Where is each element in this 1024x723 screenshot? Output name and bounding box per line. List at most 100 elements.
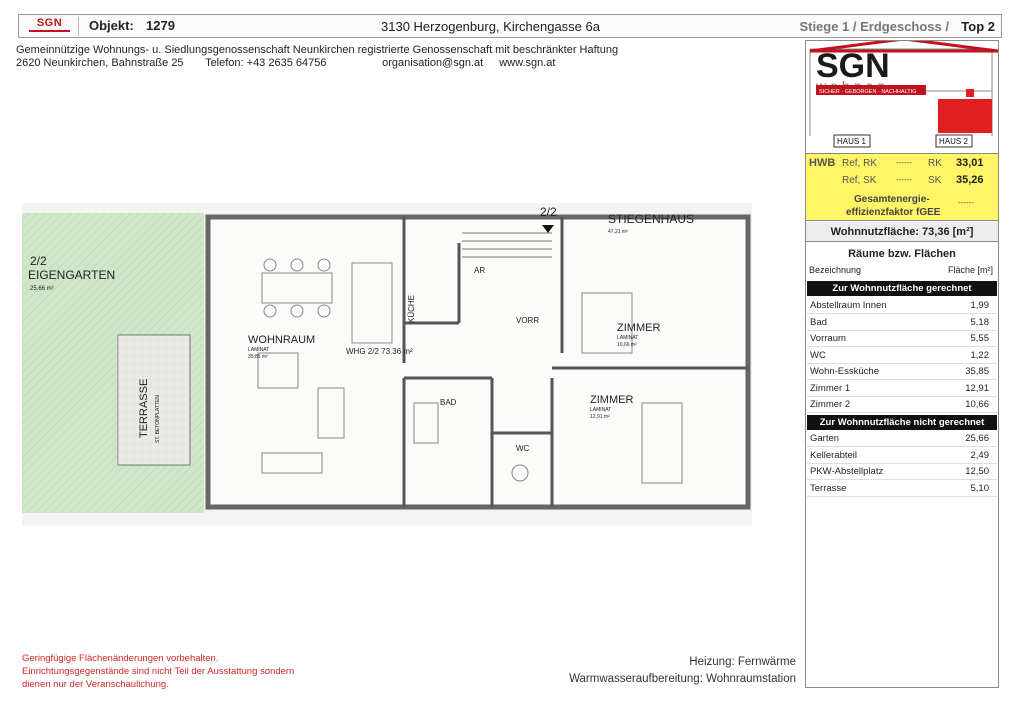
- location-info: Stiege 1 / Erdgeschoss /: [799, 19, 949, 34]
- room-area: 5,18: [970, 316, 990, 328]
- label-zimmer-2-area: 12,91 m²: [590, 414, 610, 420]
- hwb-sk-value: 35,26: [956, 174, 984, 186]
- hwb-dash-2: ------: [896, 175, 912, 184]
- room-area: 35,85: [965, 366, 989, 377]
- label-eigengarten-num: 2/2: [30, 254, 47, 268]
- room-name: WC: [810, 349, 826, 361]
- apartment-outline: [205, 214, 751, 510]
- label-whg: WHG 2/2 73.36 m²: [346, 347, 413, 356]
- room-name: Vorraum: [810, 333, 846, 344]
- room-row: Abstellraum Innen 1,99: [807, 298, 997, 314]
- disclaimer-line-2: Einrichtungsgegenstände sind nicht Teil …: [22, 666, 295, 677]
- label-stiegenhaus-num: 2/2: [540, 205, 557, 219]
- label-wohnraum: WOHNRAUM: [248, 334, 315, 346]
- column-area: Fläche [m²]: [947, 265, 993, 275]
- column-name: Bezeichnung: [809, 265, 862, 275]
- cooperative-email: organisation@sgn.at: [382, 57, 484, 69]
- room-name: Zimmer 1: [810, 382, 851, 394]
- sgn-small-logo: SGN: [21, 17, 79, 36]
- floor-plan-drawing: 2/2 EIGENGARTEN 25,66 m² TERRASSE ST. BE…: [22, 205, 751, 513]
- hwb-ref-sk: Ref, SK: [842, 175, 877, 186]
- floor-plan: 2/2 EIGENGARTEN 25,66 m² TERRASSE ST. BE…: [22, 203, 752, 526]
- room-row: Kellerabteil 2,49: [807, 448, 997, 464]
- room-area: 12,50: [965, 466, 989, 477]
- room-name: Kellerabteil: [810, 449, 857, 461]
- objekt-label: Objekt:: [89, 18, 134, 33]
- heating-info: Heizung: Fernwärme: [689, 656, 796, 668]
- room-area: 1,99: [970, 300, 990, 311]
- label-zimmer-2-sub: LAMINAT: [590, 407, 611, 413]
- label-bad: BAD: [440, 398, 457, 407]
- room-name: Abstellraum Innen: [810, 300, 887, 311]
- logo-tagline: SICHER · GEBORGEN · NACHHALTIG: [819, 89, 916, 95]
- cooperative-street: 2620 Neunkirchen, Bahnstraße 25: [16, 57, 184, 69]
- label-zimmer-1-sub: LAMINAT: [617, 335, 638, 341]
- room-area: 25,66: [965, 433, 989, 444]
- wohnnutzflaeche: Wohnnutzfläche: 73,36 [m²]: [806, 222, 998, 242]
- cooperative-web: www.sgn.at: [499, 57, 556, 69]
- label-kueche: KÜCHE: [407, 295, 416, 323]
- room-name: PKW-Abstellplatz: [810, 466, 884, 477]
- room-name: Zimmer 2: [810, 399, 851, 410]
- room-name: Terrasse: [810, 482, 847, 494]
- cooperative-info: Gemeinnützige Wohnungs- u. Siedlungsgeno…: [16, 44, 796, 70]
- group-not-counted-header: Zur Wohnnutzfläche nicht gerechnet: [807, 415, 997, 430]
- room-row: Garten 25,66: [807, 431, 997, 447]
- object-address: 3130 Herzogenburg, Kirchengasse 6a: [381, 19, 600, 34]
- hwb-rk-label: RK: [928, 158, 942, 169]
- sgn-logo-map: SGN wohnen SICHER · GEBORGEN · NACHHALTI…: [806, 41, 998, 153]
- room-name: Bad: [810, 316, 827, 328]
- fgee-value: ------: [958, 198, 974, 207]
- room-row: Vorraum 5,55: [807, 331, 997, 347]
- room-row: WC 1,22: [807, 348, 997, 364]
- fgee-line-2: effizienzfaktor fGEE: [846, 207, 941, 218]
- room-area: 5,10: [970, 482, 990, 494]
- objekt-number: 1279: [146, 18, 175, 33]
- hwb-sk-label: SK: [928, 175, 942, 186]
- label-zimmer-2: ZIMMER: [590, 394, 633, 406]
- haus-2-label: HAUS 2: [939, 137, 968, 146]
- cooperative-phone: Telefon: +43 2635 64756: [205, 57, 327, 69]
- hwb-energy-box: HWB Ref, RK ------ RK 33,01 Ref, SK ----…: [806, 153, 998, 221]
- label-ar: AR: [474, 266, 485, 275]
- top-number: Top 2: [961, 19, 995, 34]
- disclaimer-note: Geringfügige Flächenänderungen vorbehalt…: [22, 652, 342, 691]
- hwb-label: HWB: [809, 157, 836, 169]
- label-wc: WC: [516, 444, 530, 453]
- room-row: Terrasse 5,10: [807, 481, 997, 497]
- hot-water-info: Warmwasseraufbereitung: Wohnraumstation: [569, 673, 796, 685]
- haus-1-label: HAUS 1: [837, 137, 866, 146]
- hwb-dash-1: ------: [896, 158, 912, 167]
- room-row: Zimmer 1 12,91: [807, 381, 997, 397]
- label-terrasse: TERRASSE: [138, 379, 150, 438]
- room-row: PKW-Abstellplatz 12,50: [807, 464, 997, 480]
- hwb-ref-rk: Ref, RK: [842, 158, 878, 169]
- cooperative-name: Gemeinnützige Wohnungs- u. Siedlungsgeno…: [16, 44, 619, 56]
- label-eigengarten: EIGENGARTEN: [28, 268, 115, 282]
- label-zimmer-1-area: 10,66 m²: [617, 342, 637, 348]
- room-area: 1,22: [970, 349, 990, 361]
- rooms-column-header: Bezeichnung Fläche [m²]: [809, 265, 995, 275]
- room-name: Garten: [810, 433, 840, 444]
- room-area: 10,66: [965, 399, 989, 410]
- label-wohnraum-area: 35,85 m²: [248, 354, 268, 360]
- room-name: Wohn-Essküche: [810, 366, 879, 377]
- room-row: Wohn-Essküche 35,85: [807, 364, 997, 380]
- info-sidebar: SGN wohnen SICHER · GEBORGEN · NACHHALTI…: [805, 40, 999, 688]
- hwb-rk-value: 33,01: [956, 157, 984, 169]
- label-stiegenhaus-area: 47,21 m²: [608, 229, 628, 235]
- haus-2-highlight: [938, 99, 992, 133]
- label-wohnraum-sub: LAMINAT: [248, 347, 269, 353]
- disclaimer-line-1: Geringfügige Flächenänderungen vorbehalt…: [22, 653, 219, 664]
- label-zimmer-1: ZIMMER: [617, 322, 660, 334]
- label-vorr: VORR: [516, 316, 539, 325]
- label-stiegenhaus: STIEGENHAUS: [608, 212, 694, 226]
- fgee-line-1: Gesamtenergie-: [854, 194, 930, 205]
- header-bar: SGN Objekt: 1279 3130 Herzogenburg, Kirc…: [18, 14, 1002, 38]
- label-eigengarten-area: 25,66 m²: [30, 286, 54, 292]
- group-counted-header: Zur Wohnnutzfläche gerechnet: [807, 281, 997, 296]
- logo-box: SGN wohnen SICHER · GEBORGEN · NACHHALTI…: [806, 41, 998, 153]
- room-row: Zimmer 2 10,66: [807, 397, 997, 413]
- room-area: 2,49: [970, 449, 990, 461]
- disclaimer-line-3: dienen nur der Veranschaulichung.: [22, 679, 169, 690]
